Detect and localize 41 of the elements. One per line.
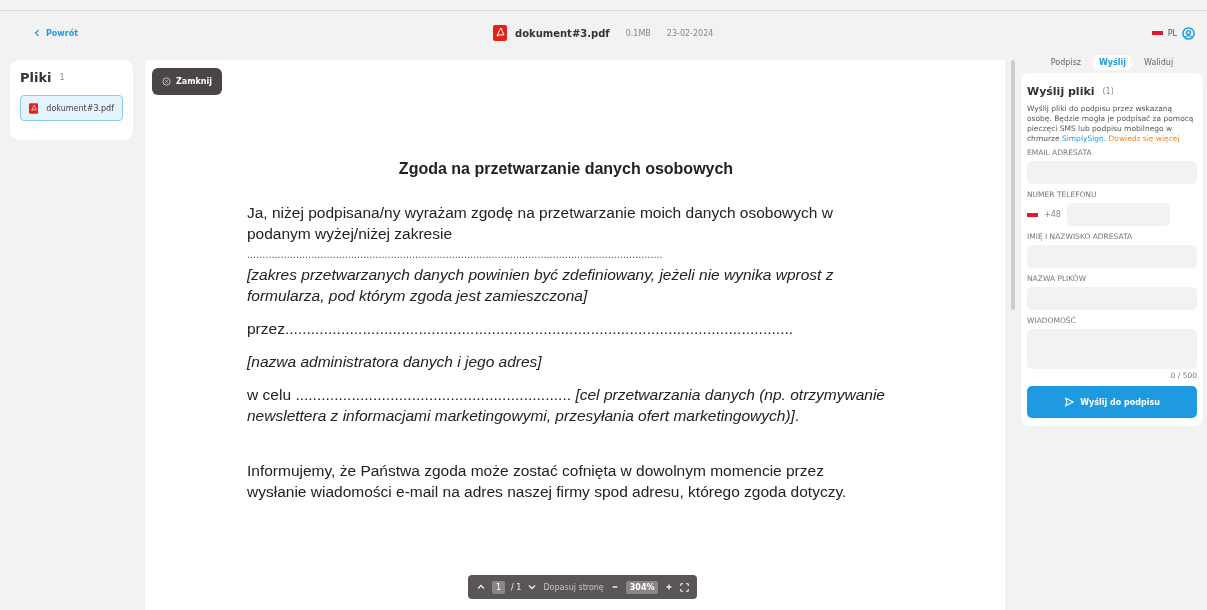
- back-link[interactable]: Powrót: [34, 28, 78, 38]
- zoom-in-icon[interactable]: [664, 582, 675, 592]
- page-number-field[interactable]: 1: [492, 580, 506, 594]
- close-button[interactable]: Zamknij: [152, 68, 223, 95]
- user-icon[interactable]: [1182, 26, 1195, 40]
- files-count: 1: [59, 73, 65, 82]
- poland-flag-icon: [1151, 31, 1163, 35]
- file-name: dokument#3.pdf: [515, 27, 610, 39]
- file-date: 23-02-2024: [666, 28, 714, 38]
- chevron-up-icon[interactable]: [476, 582, 486, 592]
- zoom-level: 304%: [625, 580, 659, 594]
- fullscreen-icon[interactable]: [680, 582, 690, 592]
- tab[interactable]: Waliduj: [1137, 55, 1181, 70]
- document-paragraph: [zakres przetwarzanych danych powinien być zdefiniowany, jeżeli nie wynika wprost z formularza, pod którym zgoda jest zamieszczona]: [247, 265, 835, 306]
- poland-flag-icon: [1027, 212, 1038, 217]
- chevron-down-icon[interactable]: [527, 582, 538, 592]
- pdf-file-icon: [29, 101, 39, 115]
- send-for-signature-button[interactable]: Wyślij do podpisu: [1027, 386, 1197, 418]
- fit-page-button[interactable]: Dopasuj stronę: [543, 582, 604, 592]
- send-count: (1): [1102, 87, 1114, 96]
- page-total: / 1: [511, 582, 522, 592]
- chevron-left-icon: [34, 29, 40, 37]
- send-title: Wyślij pliki: [1027, 85, 1095, 98]
- file-name: dokument#3.pdf: [46, 103, 114, 113]
- phone-prefix[interactable]: +48: [1044, 210, 1061, 219]
- send-icon: [1064, 397, 1075, 407]
- language-selector[interactable]: PL: [1167, 28, 1177, 38]
- document-paragraph: przez......................................................................................................................: [247, 319, 795, 339]
- document-paragraph: [nazwa administratora danych i jego adres]: [247, 352, 543, 372]
- document-title: Zgoda na przetwarzanie danych osobowych: [397, 160, 735, 178]
- document-paragraph: Informujemy, że Państwa zgoda może zostać cofnięta w dowolnym momencie przez wysłanie wiadomości e-mail na adres naszej firmy spod adresu, którego zgoda dotyczy.: [247, 461, 848, 502]
- document-paragraph: Ja, niżej podpisana/ny wyrażam zgodę na przetwarzanie moich danych osobowych w podanym wyżej/niżej zakresie: [247, 203, 834, 244]
- pdf-file-icon: [493, 25, 507, 41]
- file-size: 0.1MB: [625, 28, 651, 38]
- file-item[interactable]: dokument#3.pdf: [20, 95, 123, 121]
- tab[interactable]: Wyślij: [1092, 55, 1134, 70]
- dotted-line: ........................................................................................................................................: [247, 250, 664, 258]
- files-title: Pliki: [20, 70, 52, 85]
- tab[interactable]: Podpisz: [1043, 55, 1088, 70]
- close-icon: [162, 77, 171, 86]
- document-paragraph: w celu ................................................................ [cel przetwarzania danych (np. otrzymywanie newslettera z informacjami marketingowymi, przesyłania ofert marketingowych)].: [247, 385, 885, 426]
